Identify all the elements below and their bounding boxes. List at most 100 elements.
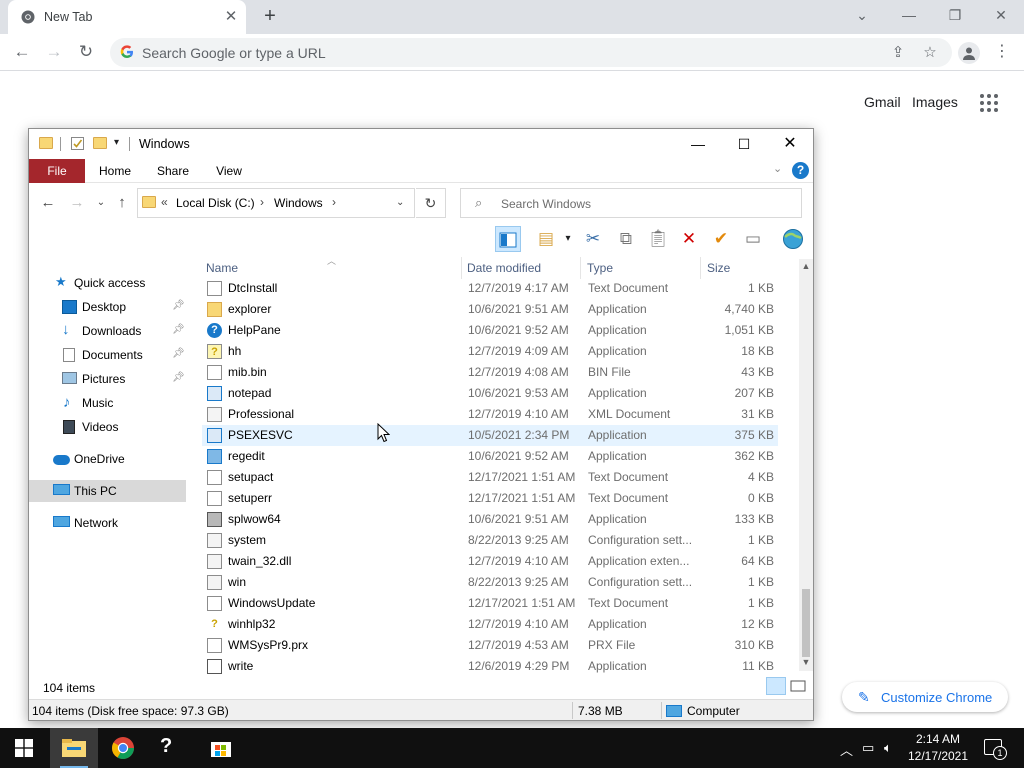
column-divider[interactable]: [580, 257, 581, 279]
column-header-date[interactable]: Date modified: [467, 261, 541, 275]
omnibox[interactable]: Search Google or type a URL ⇪ ☆: [110, 38, 952, 67]
table-row[interactable]: WMSysPr9.prx 12/7/2019 4:53 AM PRX File 310…: [202, 635, 778, 656]
pin-icon[interactable]: 📌︎: [172, 372, 185, 383]
taskbar-clock[interactable]: 2:14 AM 12/17/2021: [906, 731, 970, 765]
globe-icon[interactable]: [780, 226, 806, 252]
cut-icon[interactable]: ✂: [580, 226, 606, 252]
new-tab-button[interactable]: +: [258, 6, 282, 28]
tab-file[interactable]: File: [29, 159, 85, 183]
rename-check-icon[interactable]: ✔: [708, 226, 734, 252]
file-explorer-taskbar-icon[interactable]: [50, 728, 98, 768]
tab-search-chevron-icon[interactable]: ⌄: [851, 4, 873, 26]
tab-view[interactable]: View: [205, 159, 253, 183]
search-input[interactable]: ⌕ Search Windows: [460, 188, 802, 218]
address-overflow-icon[interactable]: «: [161, 195, 168, 209]
minimize-icon[interactable]: —: [898, 4, 920, 26]
table-row[interactable]: write 12/6/2019 4:29 PM Application 11 KB: [202, 656, 778, 675]
drive-icon[interactable]: ▭: [740, 226, 766, 252]
scroll-down-icon[interactable]: ▼: [801, 657, 811, 669]
minimize-icon[interactable]: —: [675, 132, 721, 156]
sidebar-item-music[interactable]: ♪ Music: [29, 392, 186, 414]
table-row[interactable]: win 8/22/2013 9:25 AM Configuration sett..…: [202, 572, 778, 593]
maximize-icon[interactable]: ☐: [721, 132, 767, 156]
share-icon[interactable]: ⇪: [888, 43, 908, 63]
reload-icon[interactable]: ↻: [74, 41, 98, 63]
gmail-link[interactable]: Gmail: [864, 94, 901, 110]
qat-dropdown-icon[interactable]: ▾: [114, 137, 128, 151]
chrome-menu-icon[interactable]: ⋮: [994, 41, 1010, 63]
table-row[interactable]: twain_32.dll 12/7/2019 4:10 AM Application…: [202, 551, 778, 572]
tab-home[interactable]: Home: [91, 159, 139, 183]
pin-icon[interactable]: 📌︎: [172, 324, 185, 335]
table-row[interactable]: system 8/22/2013 9:25 AM Configuration set…: [202, 530, 778, 551]
properties-checkbox-icon[interactable]: [71, 137, 84, 150]
sidebar-item-network[interactable]: Network: [29, 512, 186, 534]
table-row[interactable]: ? HelpPane 10/6/2021 9:52 AM Application 1,0…: [202, 320, 778, 341]
sidebar-item-quick-access[interactable]: ★ Quick access: [29, 272, 186, 294]
vertical-scrollbar[interactable]: ▲ ▼: [799, 259, 813, 671]
bookmark-star-icon[interactable]: ☆: [920, 43, 940, 63]
new-folder-icon[interactable]: [93, 137, 107, 151]
back-arrow-icon[interactable]: ←: [10, 41, 34, 63]
table-row[interactable]: splwow64 10/6/2021 9:51 AM Application 133 …: [202, 509, 778, 530]
sidebar-item-pictures[interactable]: Pictures 📌︎: [29, 368, 186, 390]
chrome-taskbar-icon[interactable]: [99, 728, 147, 768]
sidebar-item-downloads[interactable]: ↓ Downloads 📌︎: [29, 320, 186, 342]
paste-icon[interactable]: 📋︎: [645, 226, 671, 252]
images-link[interactable]: Images: [912, 94, 958, 110]
pin-icon[interactable]: 📌︎: [172, 300, 185, 311]
forward-arrow-icon[interactable]: →: [67, 194, 87, 212]
table-row[interactable]: mib.bin 12/7/2019 4:08 AM BIN File 43 KB: [202, 362, 778, 383]
show-hidden-icons-icon[interactable]: ︿: [840, 740, 853, 759]
refresh-icon[interactable]: ↻: [416, 188, 446, 218]
network-tray-icon[interactable]: ▭: [862, 740, 874, 756]
copy-icon[interactable]: ⧉: [613, 226, 639, 252]
close-window-icon[interactable]: ✕: [767, 132, 813, 156]
table-row[interactable]: ? winhlp32 12/7/2019 4:10 AM Application 12 …: [202, 614, 778, 635]
table-row[interactable]: explorer 10/6/2021 9:51 AM Application 4,74…: [202, 299, 778, 320]
help-taskbar-icon[interactable]: ?: [148, 728, 196, 768]
address-bar[interactable]: « Local Disk (C:) › Windows › ⌄: [137, 188, 415, 218]
breadcrumb-chevron-icon[interactable]: ›: [260, 195, 264, 209]
customize-chrome-button[interactable]: ✎ Customize Chrome: [842, 682, 1008, 712]
expand-ribbon-chevron-icon[interactable]: ⌄: [773, 162, 782, 175]
column-divider[interactable]: [700, 257, 701, 279]
sidebar-item-onedrive[interactable]: OneDrive: [29, 448, 186, 470]
column-header-size[interactable]: Size: [707, 261, 730, 275]
column-divider[interactable]: [461, 257, 462, 279]
sidebar-item-videos[interactable]: Videos: [29, 416, 186, 438]
profile-avatar-icon[interactable]: [958, 42, 980, 64]
volume-icon[interactable]: 🔈︎: [884, 740, 892, 756]
delete-icon[interactable]: ✕: [676, 226, 702, 252]
breadcrumb-windows[interactable]: Windows: [274, 196, 323, 210]
table-row[interactable]: ? hh 12/7/2019 4:09 AM Application 18 KB: [202, 341, 778, 362]
tab-close-icon[interactable]: ✕: [222, 8, 240, 26]
recent-locations-chevron-icon[interactable]: ⌄: [91, 194, 111, 212]
table-row[interactable]: notepad 10/6/2021 9:53 AM Application 207 K…: [202, 383, 778, 404]
restore-icon[interactable]: ❐: [944, 4, 966, 26]
large-icons-view-icon[interactable]: [788, 677, 808, 695]
help-icon[interactable]: ?: [792, 162, 809, 179]
breadcrumb-local-disk[interactable]: Local Disk (C:): [176, 196, 255, 210]
scroll-up-icon[interactable]: ▲: [801, 261, 811, 273]
preview-pane-icon[interactable]: [495, 226, 521, 252]
table-row[interactable]: PSEXESVC 10/5/2021 2:34 PM Application 375 …: [202, 425, 778, 446]
column-header-type[interactable]: Type: [587, 261, 613, 275]
table-row[interactable]: Professional 12/7/2019 4:10 AM XML Documen…: [202, 404, 778, 425]
sidebar-item-desktop[interactable]: Desktop 📌︎: [29, 296, 186, 318]
details-view-icon[interactable]: [766, 677, 786, 695]
properties-dropdown-icon[interactable]: ▾: [555, 226, 581, 252]
table-row[interactable]: regedit 10/6/2021 9:52 AM Application 362 K…: [202, 446, 778, 467]
back-arrow-icon[interactable]: ←: [38, 194, 58, 212]
scrollbar-thumb[interactable]: [802, 589, 810, 657]
table-row[interactable]: setuperr 12/17/2021 1:51 AM Text Document 0…: [202, 488, 778, 509]
tab-new-tab[interactable]: New Tab ✕: [8, 0, 246, 34]
close-window-icon[interactable]: ✕: [990, 4, 1012, 26]
column-header-name[interactable]: Name: [206, 261, 238, 275]
breadcrumb-chevron-icon[interactable]: ›: [332, 195, 336, 209]
start-button[interactable]: [0, 728, 48, 768]
table-row[interactable]: WindowsUpdate 12/17/2021 1:51 AM Text Docu…: [202, 593, 778, 614]
address-dropdown-icon[interactable]: ⌄: [396, 197, 404, 208]
store-taskbar-icon[interactable]: [197, 728, 245, 768]
sidebar-item-documents[interactable]: Documents 📌︎: [29, 344, 186, 366]
